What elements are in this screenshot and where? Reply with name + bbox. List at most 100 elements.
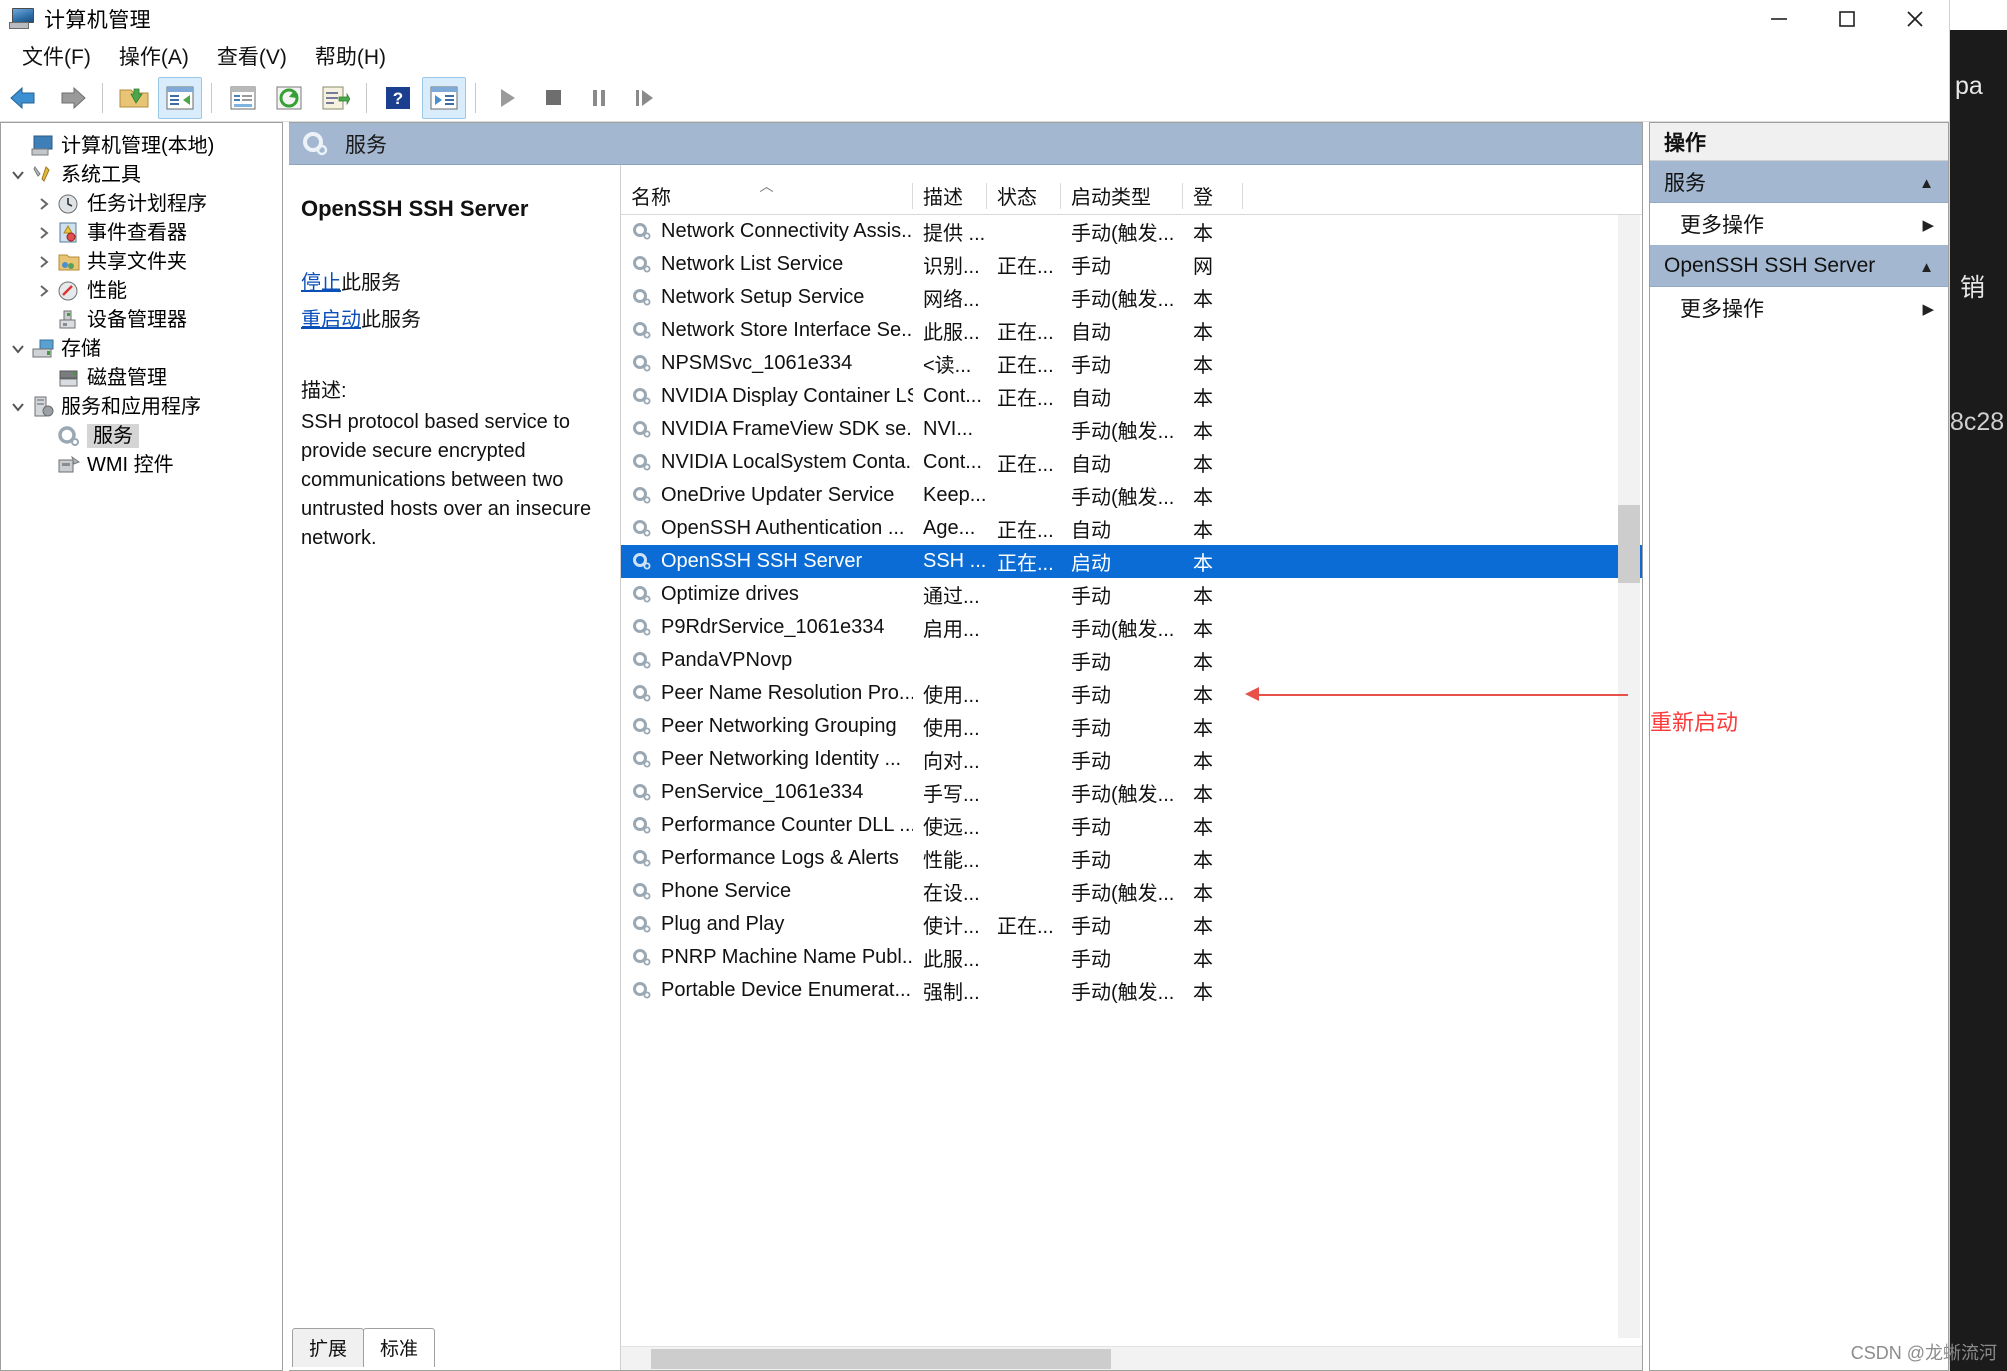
column-header-logon-as[interactable]: 登 xyxy=(1183,182,1243,209)
forward-icon[interactable] xyxy=(49,77,93,119)
cell-text: OpenSSH SSH Server xyxy=(661,550,863,572)
action-more-actions-services[interactable]: 更多操作 xyxy=(1650,203,1948,245)
table-row[interactable]: Peer Networking Identity ... 向对... 手动 本 xyxy=(621,743,1642,776)
table-row[interactable]: NVIDIA Display Container LS Cont... 正在... 自… xyxy=(621,380,1642,413)
tree-twisty-collapsed[interactable] xyxy=(31,284,57,298)
show-hide-tree-icon[interactable] xyxy=(158,76,202,119)
maximize-icon[interactable] xyxy=(1813,0,1881,38)
table-row[interactable]: Network Connectivity Assis... 提供 ... 手动(触发… xyxy=(621,215,1642,248)
table-row[interactable]: Network Setup Service 网络... 手动(触发... 本 xyxy=(621,281,1642,314)
services-content-pane: 服务 OpenSSH SSH Server 停止此服务 重启动此服务 描述: S… xyxy=(289,122,1643,1371)
table-row[interactable]: Network List Service 识别... 正在... 手动 网 xyxy=(621,248,1642,281)
pause-service-icon[interactable] xyxy=(577,77,621,119)
cell-logon: 本 xyxy=(1193,718,1213,740)
menu-view[interactable]: 查看(V) xyxy=(203,39,301,73)
tree-item-services-and-applications[interactable]: 服务和应用程序 xyxy=(1,392,282,421)
cell-logon: 本 xyxy=(1193,355,1213,377)
tree-twisty-collapsed[interactable] xyxy=(31,197,57,211)
stop-service-icon[interactable] xyxy=(531,77,575,119)
chevron-up-icon[interactable] xyxy=(1919,170,1934,194)
start-service-icon[interactable] xyxy=(485,77,529,119)
table-row[interactable]: OpenSSH SSH Server SSH ... 正在... 启动 本 xyxy=(621,545,1642,578)
console-tree-pane[interactable]: 计算机管理(本地) 系统工具 任务计划程序 事件查看器 共享文件夹 性能 设备管… xyxy=(0,122,283,1371)
cell-logon: 本 xyxy=(1193,949,1213,971)
cell-status: 正在... xyxy=(997,520,1054,542)
tree-twisty-expanded[interactable] xyxy=(5,400,31,414)
table-row[interactable]: NPSMSvc_1061e334 <读... 正在... 手动 本 xyxy=(621,347,1642,380)
tree-item-task-scheduler[interactable]: 任务计划程序 xyxy=(1,189,282,218)
minimize-icon[interactable] xyxy=(1745,0,1813,38)
tree-item-shared-folders[interactable]: 共享文件夹 xyxy=(1,247,282,276)
cell-text: Optimize drives xyxy=(661,583,799,605)
actions-group-services-header[interactable]: 服务 xyxy=(1650,161,1948,203)
table-row[interactable]: Optimize drives 通过... 手动 本 xyxy=(621,578,1642,611)
services-list[interactable]: 名称 ︿ 描述 状态 启动类型 登 Network Connectivity A… xyxy=(621,165,1642,1370)
view-tabs: 扩展 标准 xyxy=(292,1328,436,1367)
menu-help[interactable]: 帮助(H) xyxy=(301,39,400,73)
export-list-icon[interactable] xyxy=(313,77,357,119)
column-header-name[interactable]: 名称 ︿ xyxy=(621,182,913,209)
table-row[interactable]: Plug and Play 使计... 正在... 手动 本 xyxy=(621,908,1642,941)
table-row[interactable]: Network Store Interface Se... 此服... 正在... 自… xyxy=(621,314,1642,347)
up-folder-icon[interactable] xyxy=(112,77,156,119)
tab-standard[interactable]: 标准 xyxy=(363,1328,436,1367)
restart-service-link[interactable]: 重启动 xyxy=(301,309,361,331)
cell-logon: 本 xyxy=(1193,421,1213,443)
table-row[interactable]: PNRP Machine Name Publ... 此服... 手动 本 xyxy=(621,941,1642,974)
action-label: 更多操作 xyxy=(1680,298,1764,321)
table-row[interactable]: NVIDIA LocalSystem Conta... Cont... 正在... 自… xyxy=(621,446,1642,479)
table-row[interactable]: PandaVPNovp 手动 本 xyxy=(621,644,1642,677)
tree-item-event-viewer[interactable]: 事件查看器 xyxy=(1,218,282,247)
cell-startup: 手动 xyxy=(1071,718,1111,740)
menu-action[interactable]: 操作(A) xyxy=(105,39,203,73)
table-row[interactable]: P9RdrService_1061e334 启用... 手动(触发... 本 xyxy=(621,611,1642,644)
column-header-status[interactable]: 状态 xyxy=(987,182,1061,209)
tree-twisty-expanded[interactable] xyxy=(5,168,31,182)
list-vertical-scrollbar[interactable] xyxy=(1618,215,1640,1338)
cell-startup: 手动 xyxy=(1071,850,1111,872)
tree-item-disk-management[interactable]: 磁盘管理 xyxy=(1,363,282,392)
show-action-pane-icon[interactable] xyxy=(422,76,466,119)
table-row[interactable]: OneDrive Updater Service Keep... 手动(触发... 本 xyxy=(621,479,1642,512)
tree-item-wmi-control[interactable]: WMI 控件 xyxy=(1,450,282,479)
table-row[interactable]: Phone Service 在设... 手动(触发... 本 xyxy=(621,875,1642,908)
tree-item-device-manager[interactable]: 设备管理器 xyxy=(1,305,282,334)
back-icon[interactable] xyxy=(3,77,47,119)
table-row[interactable]: Portable Device Enumerat... 强制... 手动(触发...… xyxy=(621,974,1642,1007)
cell-desc: 在设... xyxy=(923,883,980,905)
tree-twisty-expanded[interactable] xyxy=(5,342,31,356)
tree-twisty-collapsed[interactable] xyxy=(31,255,57,269)
list-horizontal-scrollbar[interactable] xyxy=(621,1346,1642,1370)
restart-service-icon[interactable] xyxy=(623,77,667,119)
tree-item-storage[interactable]: 存储 xyxy=(1,334,282,363)
chevron-right-icon[interactable] xyxy=(1922,212,1934,236)
action-more-actions-openssh[interactable]: 更多操作 xyxy=(1650,287,1948,329)
column-header-startup-type[interactable]: 启动类型 xyxy=(1061,182,1183,209)
table-row[interactable]: PenService_1061e334 手写... 手动(触发... 本 xyxy=(621,776,1642,809)
tree-item-performance[interactable]: 性能 xyxy=(1,276,282,305)
actions-group-openssh-header[interactable]: OpenSSH SSH Server xyxy=(1650,245,1948,287)
chevron-right-icon[interactable] xyxy=(1922,296,1934,320)
chevron-up-icon[interactable] xyxy=(1919,254,1934,278)
cell-desc: 强制... xyxy=(923,982,980,1004)
menu-file[interactable]: 文件(F) xyxy=(8,39,105,73)
stop-service-link[interactable]: 停止 xyxy=(301,272,341,294)
tree-twisty-collapsed[interactable] xyxy=(31,226,57,240)
tab-extended[interactable]: 扩展 xyxy=(292,1328,365,1367)
table-row[interactable]: OpenSSH Authentication ... Age... 正在... 自动 本 xyxy=(621,512,1642,545)
shared-folder-icon xyxy=(57,251,81,273)
close-icon[interactable] xyxy=(1881,0,1949,38)
horizontal-scroll-thumb[interactable] xyxy=(651,1349,1111,1369)
help-icon[interactable]: ? xyxy=(376,77,420,119)
tree-item-system-tools[interactable]: 系统工具 xyxy=(1,160,282,189)
tree-item-computer-management[interactable]: 计算机管理(本地) xyxy=(1,131,282,160)
column-header-description[interactable]: 描述 xyxy=(913,182,987,209)
table-row[interactable]: NVIDIA FrameView SDK se... NVI... 手动(触发...… xyxy=(621,413,1642,446)
refresh-icon[interactable] xyxy=(267,77,311,119)
table-row[interactable]: Peer Networking Grouping 使用... 手动 本 xyxy=(621,710,1642,743)
table-row[interactable]: Performance Logs & Alerts 性能... 手动 本 xyxy=(621,842,1642,875)
vertical-scroll-thumb[interactable] xyxy=(1618,505,1640,583)
table-row[interactable]: Performance Counter DLL ... 使远... 手动 本 xyxy=(621,809,1642,842)
properties-icon[interactable] xyxy=(221,77,265,119)
tree-item-services[interactable]: 服务 xyxy=(1,421,282,450)
